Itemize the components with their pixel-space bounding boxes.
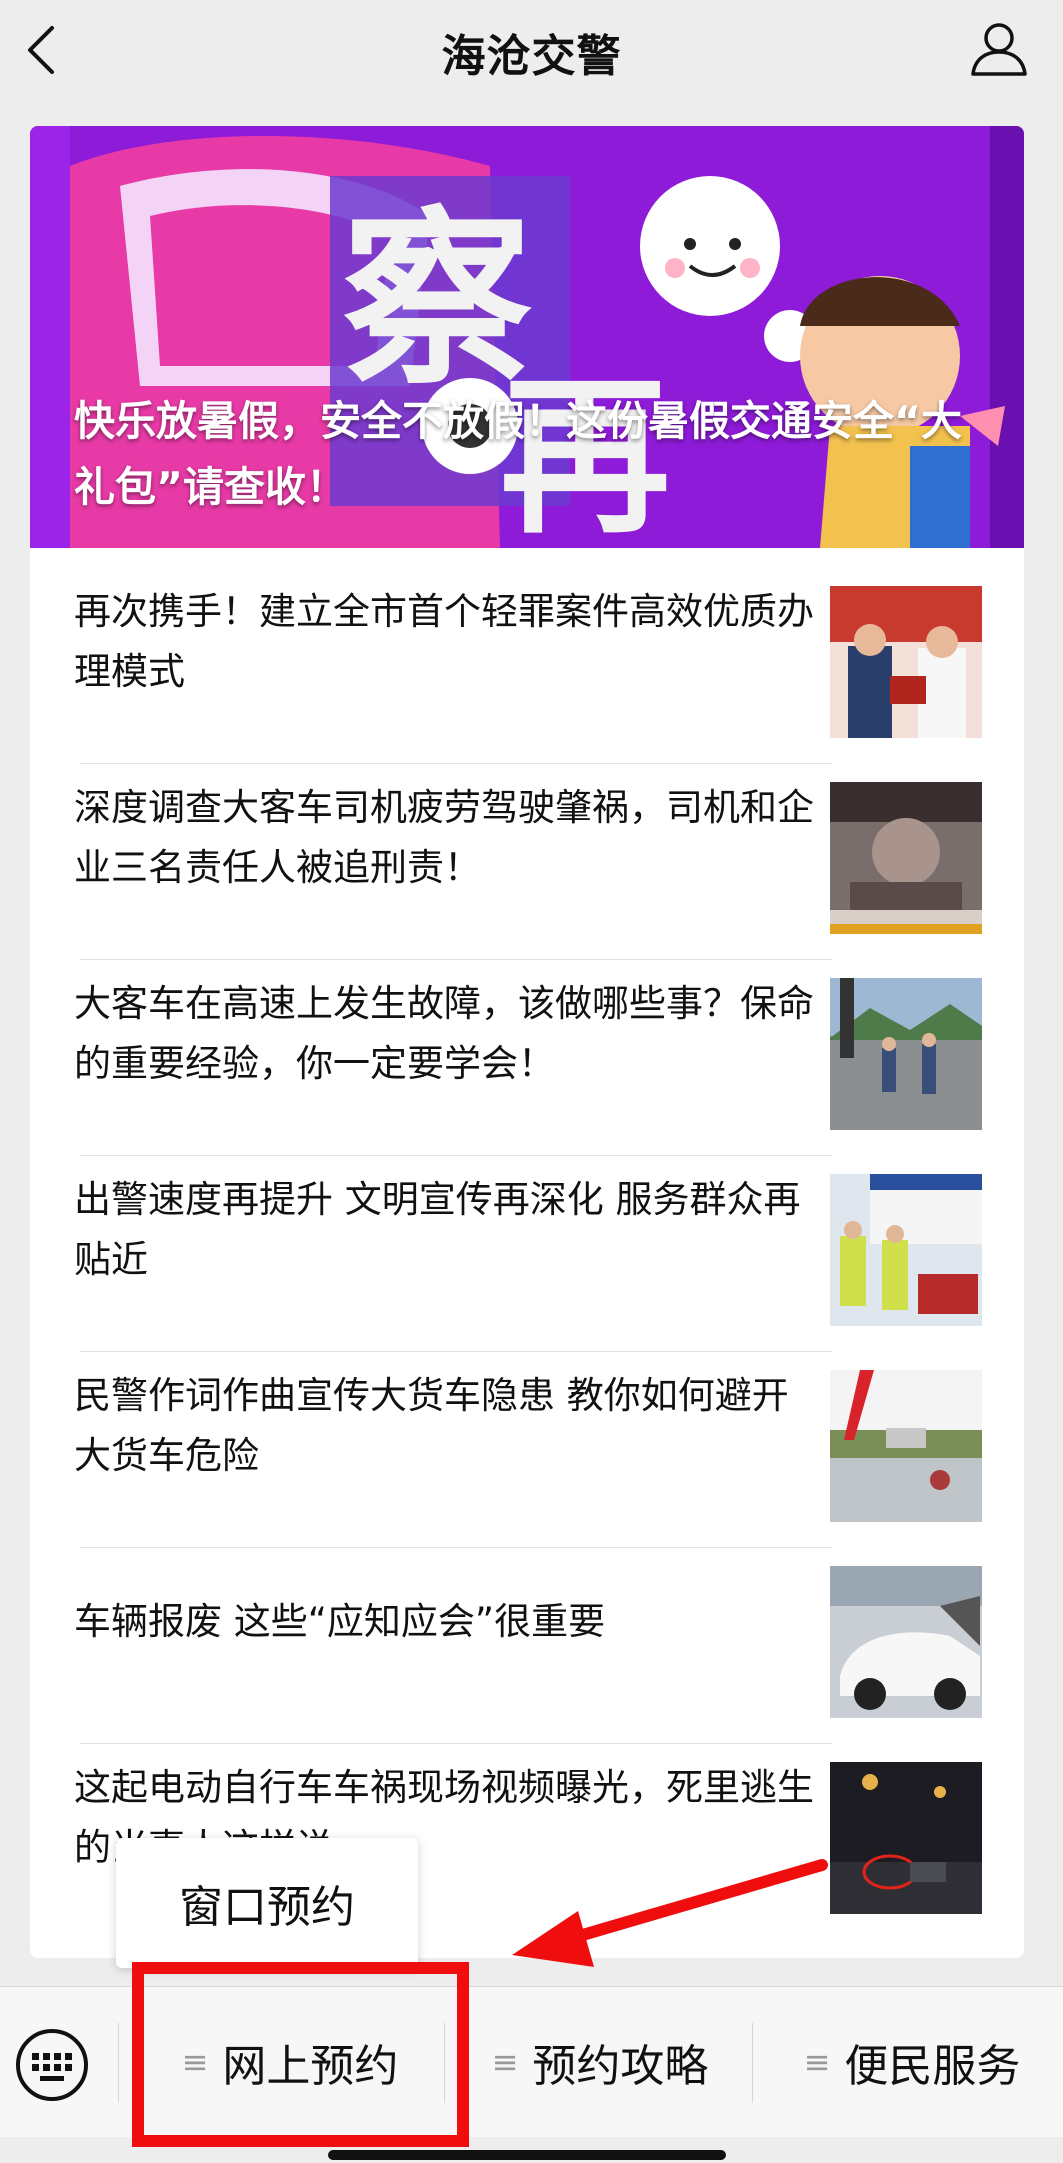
article-thumbnail <box>830 586 982 738</box>
user-icon[interactable] <box>969 18 1029 78</box>
menu-item-label: 便民服务 <box>844 2041 1021 2092</box>
highlight-box <box>132 1962 469 2147</box>
submenu-item-window-appointment[interactable]: 窗口预约 <box>179 1871 355 1935</box>
article-list-card: 察 再 快乐放暑假，安全不放假！这份暑假交通安全“大礼包”请查收！ 再次携手！建… <box>30 126 1024 1958</box>
top-navigation-bar: 海沧交警 <box>0 0 1063 110</box>
home-indicator <box>328 2150 726 2160</box>
article-title: 再次携手！建立全市首个轻罪案件高效优质办理模式 <box>74 590 814 693</box>
menu-appointment-guide[interactable]: ≡ 预约攻略 <box>450 1987 750 2137</box>
list-item[interactable]: 民警作词作曲宣传大货车隐患 教你如何避开大货车危险 <box>30 1332 1024 1528</box>
annotation-arrow-icon <box>512 1859 828 1967</box>
menu-lines-icon: ≡ <box>803 2043 831 2081</box>
menu-separator <box>752 2023 753 2103</box>
article-thumbnail <box>830 1566 982 1718</box>
page-title: 海沧交警 <box>441 31 622 82</box>
featured-article-banner[interactable]: 察 再 快乐放暑假，安全不放假！这份暑假交通安全“大礼包”请查收！ <box>30 126 1024 548</box>
list-item[interactable]: 出警速度再提升 文明宣传再深化 服务群众再贴近 <box>30 1136 1024 1332</box>
article-title: 大客车在高速上发生故障，该做哪些事？保命的重要经验，你一定要学会！ <box>74 982 814 1085</box>
keyboard-icon[interactable] <box>14 2027 90 2103</box>
article-thumbnail <box>830 1370 982 1522</box>
list-item[interactable]: 深度调查大客车司机疲劳驾驶肇祸，司机和企业三名责任人被追刑责！ <box>30 744 1024 940</box>
article-title: 深度调查大客车司机疲劳驾驶肇祸，司机和企业三名责任人被追刑责！ <box>74 786 814 889</box>
banner-title: 快乐放暑假，安全不放假！这份暑假交通安全“大礼包”请查收！ <box>74 397 962 511</box>
article-thumbnail <box>830 978 982 1130</box>
article-title: 出警速度再提升 文明宣传再深化 服务群众再贴近 <box>74 1178 801 1281</box>
list-item[interactable]: 车辆报废 这些“应知应会”很重要 <box>30 1528 1024 1724</box>
article-thumbnail <box>830 1174 982 1326</box>
list-item[interactable]: 大客车在高速上发生故障，该做哪些事？保命的重要经验，你一定要学会！ <box>30 940 1024 1136</box>
menu-separator <box>118 2023 119 2103</box>
article-title: 民警作词作曲宣传大货车隐患 教你如何避开大货车危险 <box>74 1374 789 1477</box>
menu-public-services[interactable]: ≡ 便民服务 <box>762 1987 1062 2137</box>
list-item[interactable]: 再次携手！建立全市首个轻罪案件高效优质办理模式 <box>30 548 1024 744</box>
menu-item-label: 预约攻略 <box>532 2041 709 2092</box>
submenu-popup: 窗口预约 <box>116 1838 418 1968</box>
article-thumbnail <box>830 1762 982 1914</box>
article-thumbnail <box>830 782 982 934</box>
menu-lines-icon: ≡ <box>491 2043 519 2081</box>
article-title: 车辆报废 这些“应知应会”很重要 <box>74 1600 606 1643</box>
